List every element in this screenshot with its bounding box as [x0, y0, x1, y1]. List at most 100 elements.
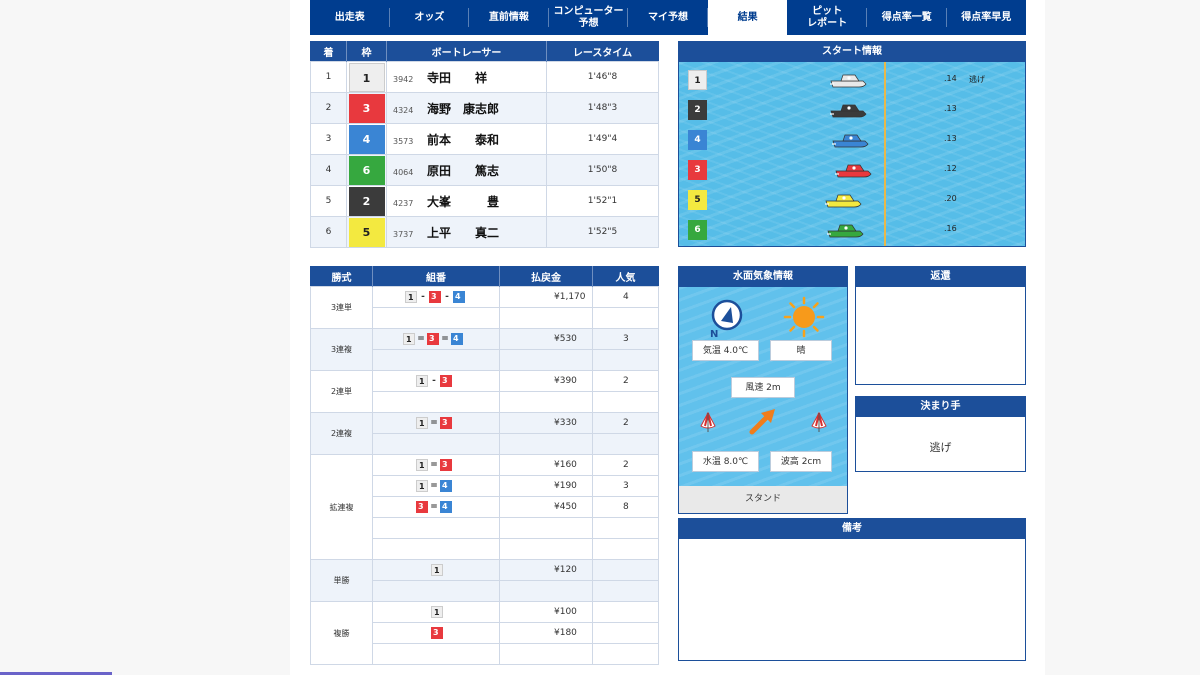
combination: 1 = 4	[372, 475, 500, 497]
waku-badge: 5	[348, 217, 385, 247]
race-time: 1'48"3	[546, 92, 659, 124]
tab-2[interactable]: 直前情報	[469, 0, 549, 35]
payout-row: 拡連複 1 = 3 ¥160 2	[310, 454, 659, 560]
racer-cell: 4324 海野 康志郎	[386, 92, 547, 124]
tab-0[interactable]: 出走表	[310, 0, 390, 35]
combo-separator: =	[430, 418, 438, 428]
combo-boat: 3	[416, 501, 428, 513]
payout-table: 勝式 組番 払戻金 人気 3連単 1-3-4 ¥1,170 4 3連複 1 = 3 = 4 ¥530 3 2連…	[310, 266, 659, 665]
racer-cell: 3942 寺田 祥	[386, 61, 547, 93]
combo-separator: =	[441, 334, 449, 344]
combo-separator: -	[432, 376, 436, 386]
racer-name[interactable]: 寺田 祥	[427, 69, 503, 86]
racer-name[interactable]: 海野 康志郎	[427, 100, 503, 117]
payout-amount: ¥1,170	[499, 286, 593, 308]
waku-cell: 3	[346, 92, 387, 124]
payout-row: 単勝 1 ¥120	[310, 559, 659, 602]
start-kimarite: 逃げ	[969, 75, 985, 84]
combo-boat: 4	[440, 480, 452, 492]
racer-name[interactable]: 原田 篤志	[427, 162, 503, 179]
payout-amount	[499, 538, 593, 560]
boat-icon	[835, 164, 872, 178]
combination	[372, 643, 500, 665]
result-header: 着	[310, 41, 347, 62]
payout-row: 2連複 1 = 3 ¥330 2	[310, 412, 659, 455]
start-timing: .20	[944, 194, 957, 203]
combination	[372, 349, 500, 371]
combo-boat: 3	[427, 333, 439, 345]
sun-icon	[783, 296, 825, 338]
course-badge: 6	[688, 220, 707, 240]
weather-water: N 気温 4.0℃ 晴 風速 2m 水温 8.0℃ 波高 2cm	[679, 287, 847, 486]
payout-amount	[499, 643, 593, 665]
combination: 1 = 3	[372, 454, 500, 476]
start-timing: .16	[944, 224, 957, 233]
water-temp: 水温 8.0℃	[692, 451, 759, 472]
tab-5[interactable]: 結果	[707, 0, 788, 35]
start-row: 1 .14 逃げ	[679, 70, 1025, 90]
payout-amount	[499, 349, 593, 371]
combination: 3 = 4	[372, 496, 500, 518]
tab-8[interactable]: 得点率早見	[947, 0, 1027, 35]
payout-amount: ¥160	[499, 454, 593, 476]
result-row: 1 1 3942 寺田 祥 1'46"8	[310, 61, 659, 93]
combo-separator: -	[445, 292, 449, 302]
finish-rank: 1	[310, 61, 347, 93]
combo-separator: =	[417, 334, 425, 344]
start-timing: .13	[944, 134, 957, 143]
tab-1[interactable]: オッズ	[390, 0, 470, 35]
result-row: 5 2 4237 大峯 豊 1'52"1	[310, 185, 659, 217]
payout-amount: ¥390	[499, 370, 593, 392]
payout-amount: ¥180	[499, 622, 593, 644]
racer-number: 4064	[393, 167, 414, 177]
boat-icon	[827, 224, 864, 238]
compass-label: N	[710, 329, 718, 339]
tab-6[interactable]: ピット レポート	[787, 0, 867, 35]
payout-header: 払戻金	[499, 266, 593, 287]
payout-amount: ¥100	[499, 601, 593, 623]
payout-row: 複勝 1 ¥100	[310, 601, 659, 665]
racer-name[interactable]: 上平 真二	[427, 224, 503, 241]
kimarite-panel: 決まり手 逃げ	[855, 396, 1026, 472]
racer-name[interactable]: 前本 泰和	[427, 131, 503, 148]
combo-boat: 3	[431, 627, 443, 639]
tab-4[interactable]: マイ予想	[628, 0, 708, 35]
payout-amount	[499, 391, 593, 413]
refund-panel: 返還	[855, 266, 1026, 385]
tab-3[interactable]: コンピューター 予想	[549, 0, 629, 35]
payout-header: 人気	[592, 266, 659, 287]
weather-panel: 水面気象情報 N 気温 4.0℃ 晴 風速 2m 水温 8.0℃ 波高 2cm …	[678, 266, 848, 514]
combination	[372, 538, 500, 560]
race-time: 1'52"1	[546, 185, 659, 217]
finish-rank: 6	[310, 216, 347, 248]
waku-badge: 6	[348, 155, 385, 185]
result-table: 着枠ボートレーサー レースタイム 1 1 3942 寺田 祥 1'46"8 2 3 4324 海野…	[310, 41, 659, 248]
compass-icon: N	[710, 299, 743, 339]
popularity: 2	[592, 412, 659, 434]
combo-boat: 3	[440, 459, 452, 471]
payout-amount: ¥450	[499, 496, 593, 518]
bet-type: 3連単	[310, 286, 373, 329]
remarks-panel: 備考	[678, 518, 1026, 661]
result-row: 6 5 3737 上平 真二 1'52"5	[310, 216, 659, 248]
payout-amount: ¥190	[499, 475, 593, 497]
start-info-title: スタート情報	[679, 42, 1025, 62]
combination: 1-3	[372, 370, 500, 392]
course-badge: 1	[688, 70, 707, 90]
refund-title: 返還	[856, 267, 1025, 287]
kimarite-value: 逃げ	[929, 441, 952, 454]
combination: 1 = 3 = 4	[372, 328, 500, 350]
racer-name[interactable]: 大峯 豊	[427, 193, 503, 210]
tab-7[interactable]: 得点率一覧	[867, 0, 947, 35]
racer-number: 3573	[393, 136, 414, 146]
boat-icon	[825, 194, 862, 208]
start-row: 6.16	[679, 220, 1025, 240]
bet-type: 単勝	[310, 559, 373, 602]
combo-boat: 3	[429, 291, 441, 303]
waku-cell: 4	[346, 123, 387, 155]
combination: 1	[372, 601, 500, 623]
combo-separator: =	[430, 460, 438, 470]
combo-boat: 1	[416, 375, 428, 387]
popularity	[592, 307, 659, 329]
stand-label: スタンド	[679, 486, 847, 513]
